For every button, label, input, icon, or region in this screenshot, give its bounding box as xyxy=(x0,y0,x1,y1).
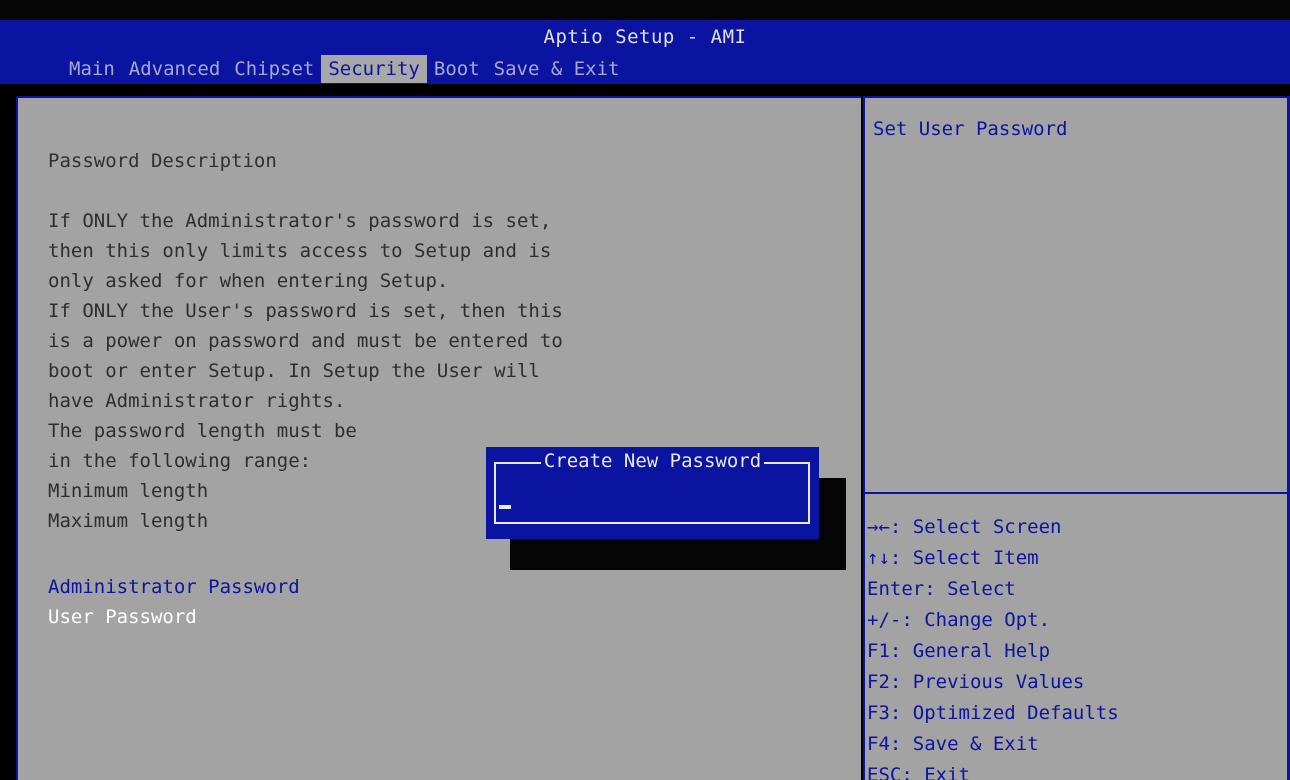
top-strip xyxy=(0,0,1290,20)
key-change-opt: +/-: Change Opt. xyxy=(867,609,1051,631)
settings-panel: Password Description If ONLY the Adminis… xyxy=(16,96,861,780)
dialog-title: Create New Password xyxy=(486,450,819,472)
password-description-heading: Password Description xyxy=(48,150,277,172)
help-text: Set User Password xyxy=(873,118,1068,140)
description-line: in the following range: xyxy=(48,450,312,472)
minimum-length-label: Minimum length xyxy=(48,480,209,502)
key-enter-select: Enter: Select xyxy=(867,578,1016,600)
key-optimized-defaults: F3: Optimized Defaults xyxy=(867,702,1119,724)
help-divider xyxy=(865,492,1287,494)
tab-main[interactable]: Main xyxy=(62,55,122,83)
description-line: is a power on password and must be enter… xyxy=(48,330,563,352)
key-previous-values: F2: Previous Values xyxy=(867,671,1085,693)
description-line: boot or enter Setup. In Setup the User w… xyxy=(48,360,540,382)
description-line: have Administrator rights. xyxy=(48,390,346,412)
tab-bar: Main Advanced Chipset Security Boot Save… xyxy=(62,55,626,83)
tab-security[interactable]: Security xyxy=(321,55,427,83)
description-line: The password length must be xyxy=(48,420,357,442)
description-line: If ONLY the User's password is set, then… xyxy=(48,300,563,322)
password-input-cursor[interactable] xyxy=(499,505,511,509)
key-save-exit: F4: Save & Exit xyxy=(867,733,1039,755)
tab-chipset[interactable]: Chipset xyxy=(227,55,321,83)
key-esc-exit: ESC: Exit xyxy=(867,764,970,780)
description-line: If ONLY the Administrator's password is … xyxy=(48,210,552,232)
description-line: then this only limits access to Setup an… xyxy=(48,240,552,262)
key-select-screen: →←: Select Screen xyxy=(867,516,1062,538)
description-line: only asked for when entering Setup. xyxy=(48,270,449,292)
key-general-help: F1: General Help xyxy=(867,640,1051,662)
tab-save-exit[interactable]: Save & Exit xyxy=(487,55,627,83)
maximum-length-label: Maximum length xyxy=(48,510,209,532)
help-panel: Set User Password →←: Select Screen ↑↓: … xyxy=(863,96,1290,780)
key-select-item: ↑↓: Select Item xyxy=(867,547,1039,569)
app-title: Aptio Setup - AMI xyxy=(543,26,747,48)
dialog-title-text: Create New Password xyxy=(540,450,765,472)
tab-advanced[interactable]: Advanced xyxy=(122,55,228,83)
user-password-item[interactable]: User Password xyxy=(48,606,197,628)
create-password-dialog: Create New Password xyxy=(486,447,819,539)
header-bar: Aptio Setup - AMI Main Advanced Chipset … xyxy=(0,20,1290,84)
administrator-password-item[interactable]: Administrator Password xyxy=(48,576,300,598)
tab-boot[interactable]: Boot xyxy=(427,55,487,83)
key-legend: →←: Select Screen ↑↓: Select Item Enter:… xyxy=(867,512,1119,780)
